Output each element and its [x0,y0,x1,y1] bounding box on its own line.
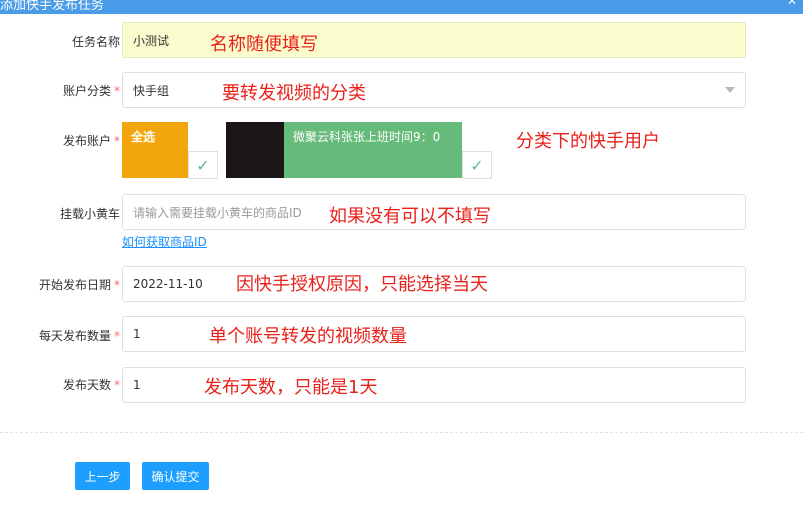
footer-divider [0,432,803,433]
select-all-label: 全选 [131,130,156,144]
publish-days-value: 1 [133,378,141,392]
publish-accounts-note: 分类下的快手用户 [516,131,660,152]
dialog-title: 添加快手发布任务 [0,0,105,13]
task-name-label-text: 任务名称 [71,35,120,49]
task-name-value: 小测试 [133,33,170,48]
daily-count-label-text: 每天发布数量 [38,329,111,343]
task-name-label: 任务名称 [0,33,120,50]
required-mark: * [114,134,120,148]
checkmark-icon: ✓ [196,155,210,175]
publish-accounts-label: 发布账户 * [0,132,120,149]
publish-days-note: 发布天数，只能是1天 [204,377,378,398]
daily-count-value: 1 [133,327,141,341]
prev-button[interactable]: 上一步 [75,462,130,490]
publish-days-label-text: 发布天数 [62,378,111,392]
account-category-label-text: 账户分类 [62,84,111,98]
publish-days-label: 发布天数 * [0,376,120,393]
account-category-label: 账户分类 * [0,82,120,99]
required-mark: * [114,84,120,98]
checkmark-icon: ✓ [470,155,484,175]
required-mark: * [114,329,120,343]
required-mark: * [114,278,120,292]
submit-button[interactable]: 确认提交 [142,462,209,490]
account-name: 微聚云科张张上班时间9：0 [293,130,441,144]
start-date-label: 开始发布日期 * [0,276,120,293]
how-to-get-product-id-link[interactable]: 如何获取商品ID [122,233,207,250]
account-checkbox[interactable]: ✓ [462,151,492,179]
daily-count-label: 每天发布数量 * [0,327,120,344]
account-category-value: 快手组 [133,83,170,98]
close-icon[interactable]: ✕ [787,0,797,8]
account-avatar [226,122,284,178]
required-mark: * [114,378,120,392]
account-tile[interactable]: 微聚云科张张上班时间9：0 [284,122,462,178]
start-date-label-text: 开始发布日期 [38,278,111,292]
select-all-tile[interactable]: 全选 [122,122,188,178]
mount-cart-note: 如果没有可以不填写 [329,206,491,227]
daily-count-note: 单个账号转发的视频数量 [209,326,407,347]
account-category-select[interactable]: 快手组 [122,72,746,108]
chevron-down-icon [725,87,735,93]
dialog-header: 添加快手发布任务 ✕ [0,0,803,14]
select-all-checkbox[interactable]: ✓ [188,151,218,179]
publish-accounts-label-text: 发布账户 [62,134,111,148]
task-name-note: 名称随便填写 [210,34,318,55]
start-date-note: 因快手授权原因，只能选择当天 [236,274,488,295]
mount-cart-label: 挂载小黄车 [0,205,120,222]
start-date-value: 2022-11-10 [133,277,203,291]
mount-cart-label-text: 挂载小黄车 [59,207,120,221]
account-category-note: 要转发视频的分类 [222,83,366,104]
product-id-placeholder: 请输入需要挂载小黄车的商品ID [133,205,302,220]
